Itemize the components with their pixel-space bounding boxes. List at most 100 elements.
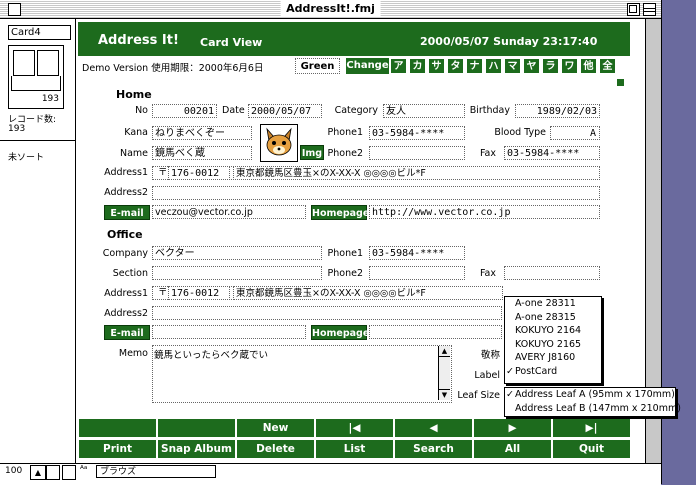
current-datetime: 2000/05/07 Sunday 23:17:40 [420,35,598,48]
memo-scrollbar[interactable]: ▲ ▼ [438,346,450,400]
home-fax-label: Fax [479,148,496,159]
checkmark-icon: ✓ [506,365,514,377]
office-fax-field[interactable] [504,266,600,280]
mode-selector[interactable]: ブラウズ [96,465,216,478]
kana-field[interactable]: ねりまべくぞー [152,126,252,140]
office-zip-field[interactable]: 176-0012 [168,286,230,300]
kana-button-2[interactable]: サ [428,58,445,74]
home-homepage-field[interactable]: http://www.vector.co.jp [369,205,600,219]
name-field[interactable]: 鏡馬べく蔵 [152,146,252,160]
home-phone2-label: Phone2 [327,148,363,159]
menu-item[interactable]: AVERY J8160 [505,351,601,365]
kana-button-8[interactable]: ラ [542,58,559,74]
leaf-size-menu: ✓ Address Leaf A (95mm x 170mm) Address Le… [504,387,681,417]
category-field[interactable]: 友人 [383,104,465,118]
close-box-icon[interactable] [8,3,21,16]
checkmark-icon: ✓ [506,389,514,400]
toolbar-button---0-3[interactable]: |◀ [315,418,394,438]
toolbar-button-new-0-2[interactable]: New [236,418,315,438]
toolbar-blank-0-1 [157,418,236,438]
label-label: Label [474,370,500,381]
change-button[interactable]: Change [346,58,389,74]
company-field[interactable]: ベクター [152,246,322,260]
page-right-icon [37,50,59,76]
home-address2-field[interactable] [152,186,600,200]
date-label: Date [222,105,245,116]
toolbar-button---0-5[interactable]: ▶ [473,418,552,438]
office-section-title: Office [107,228,143,241]
toolbar-button-search-1-4[interactable]: Search [394,439,473,459]
office-phone2-field[interactable] [369,266,465,280]
kana-label: Kana [124,127,148,138]
kana-button-7[interactable]: ヤ [523,58,540,74]
collapse-box-icon[interactable] [643,3,656,16]
status-indicator [617,79,624,86]
office-homepage-button[interactable]: Homepage [311,325,369,340]
toolbar-button-print-1-0[interactable]: Print [78,439,157,459]
title-bar[interactable]: AddressIt!.fmj [0,0,661,19]
birthday-field[interactable]: 1989/02/03 [515,104,600,118]
section-field[interactable] [152,266,322,280]
kana-button-9[interactable]: ワ [561,58,578,74]
office-email-field[interactable] [152,325,306,339]
company-label: Company [102,248,148,259]
zoom-box-icon[interactable] [627,3,640,16]
zoom-level[interactable]: 100 [5,466,22,476]
portrait-image[interactable] [260,124,298,162]
kana-button-6[interactable]: マ [504,58,521,74]
office-phone2-label: Phone2 [327,268,363,279]
office-address1-field[interactable]: 東京都鏡馬区豊玉×のX-XX-X ◎◎◎◎ビル*F [233,286,503,300]
color-selector[interactable]: Green [295,58,340,74]
toolbar-button-delete-1-2[interactable]: Delete [236,439,315,459]
date-field[interactable]: 2000/05/07 [248,104,322,118]
home-homepage-button[interactable]: Homepage [311,205,369,220]
kana-button-10[interactable]: 他 [580,58,597,74]
toolbar-button-all-1-5[interactable]: All [473,439,552,459]
kana-button-1[interactable]: カ [409,58,426,74]
toolbar-button---0-4[interactable]: ◀ [394,418,473,438]
scroll-up-icon[interactable]: ▲ [439,346,450,357]
divider [0,140,75,141]
office-homepage-field[interactable] [369,325,502,339]
kana-button-4[interactable]: ナ [466,58,483,74]
toolbar-button-list-1-3[interactable]: List [315,439,394,459]
kana-button-0[interactable]: ア [390,58,407,74]
menu-item[interactable]: ✓ Address Leaf A (95mm x 170mm) [505,388,675,402]
memo-label: Memo [118,348,148,359]
layout-selector[interactable]: Card4 [8,25,71,40]
toolbar-button---0-6[interactable]: ▶| [552,418,631,438]
menu-item[interactable]: ✓ PostCard [505,365,601,379]
office-phone1-label: Phone1 [327,248,363,259]
blood-type-field[interactable]: A [550,126,600,140]
office-address2-field[interactable] [152,306,502,320]
kana-button-3[interactable]: タ [447,58,464,74]
menu-item[interactable]: Address Leaf B (147mm x 210mm) [505,402,681,416]
home-address1-field[interactable]: 東京都鏡馬区豊玉×のX-XX-X ◎◎◎◎ビル*F [233,166,600,180]
home-email-field[interactable]: veczou@vector.co.jp [152,205,306,219]
home-zip-field[interactable]: 176-0012 [168,166,230,180]
menu-item[interactable]: A-one 28315 [505,311,601,325]
scroll-down-icon[interactable]: ▼ [439,389,450,400]
status-area-icon[interactable] [46,465,60,480]
app-name: Address It! [98,33,179,48]
menu-item[interactable]: KOKUYO 2164 [505,324,601,338]
toolbar-button-quit-1-6[interactable]: Quit [552,439,631,459]
sort-status: 未ソート [8,153,45,163]
home-phone2-field[interactable] [369,146,465,160]
no-field[interactable]: 00201 [152,104,217,118]
menu-item[interactable]: KOKUYO 2165 [505,338,601,352]
kana-button-11[interactable]: 全 [599,58,616,74]
toolbar-button-snap-album-1-1[interactable]: Snap Album [157,439,236,459]
book-icon[interactable]: 193 [8,45,64,109]
home-fax-field[interactable]: 03-5984-**** [504,146,600,160]
home-email-button[interactable]: E-mail [104,205,150,220]
layout-toggle-icon[interactable] [62,465,76,480]
office-phone1-field[interactable]: 03-5984-**** [369,246,465,260]
page-left-icon [13,50,35,76]
home-phone1-field[interactable]: 03-5984-**** [369,126,465,140]
office-email-button[interactable]: E-mail [104,325,150,340]
zoom-icon[interactable]: ▲ [30,465,46,480]
kana-button-5[interactable]: ハ [485,58,502,74]
menu-item[interactable]: A-one 28311 [505,297,601,311]
memo-field[interactable]: 鏡馬といったらベク蔵でい [154,347,268,361]
